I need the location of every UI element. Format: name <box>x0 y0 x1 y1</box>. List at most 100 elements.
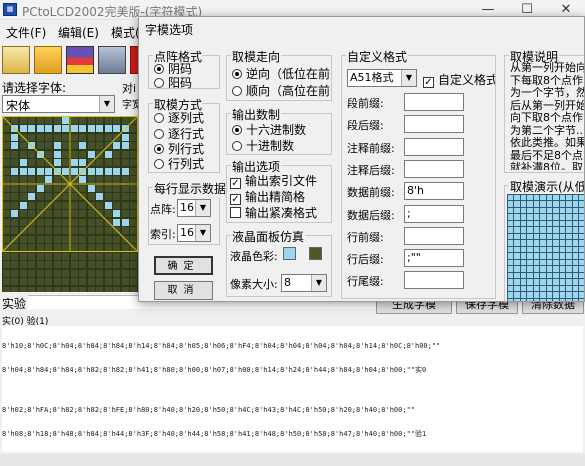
lcd-dark-swatch[interactable] <box>309 247 322 260</box>
custom-field-label: 注释前缀: <box>347 141 395 155</box>
demo-pixel <box>514 227 520 233</box>
ok-button[interactable]: 确定 <box>154 256 213 275</box>
index-count-select[interactable]: 16 ▼ <box>177 224 211 242</box>
demo-pixel <box>566 253 572 259</box>
menu-file[interactable]: 文件(F) <box>6 24 46 41</box>
demo-pixel <box>566 266 572 272</box>
radio-column-wise[interactable]: 逐列式 <box>154 109 204 126</box>
glyph-preview[interactable] <box>2 116 138 292</box>
font-select[interactable]: 宋体 ▼ <box>2 95 115 113</box>
chevron-down-icon[interactable]: ▼ <box>311 275 326 291</box>
demo-pixel <box>507 220 513 226</box>
checkbox-compact[interactable]: ✓ 输出精简格 <box>230 188 305 205</box>
demo-pixel <box>546 214 552 220</box>
demo-pixel <box>527 292 533 298</box>
custom-field-input[interactable] <box>404 271 464 290</box>
pixel-size-select[interactable]: 8 ▼ <box>281 274 327 292</box>
checkbox-index-file[interactable]: ✓ 输出索引文件 <box>230 172 317 189</box>
demo-pixel <box>527 246 533 252</box>
demo-pixel <box>514 207 520 213</box>
demo-pixel <box>527 272 533 278</box>
custom-field-input[interactable]: 8'h <box>404 182 464 201</box>
settings-gear-icon[interactable] <box>98 46 126 74</box>
font-select-value: 宋体 <box>6 99 31 113</box>
cancel-button[interactable]: 取消 <box>154 281 213 300</box>
radio-label: 阳码 <box>168 76 193 90</box>
demo-pixel <box>520 201 526 207</box>
demo-pixel <box>579 240 584 246</box>
demo-pixel <box>546 194 552 200</box>
custom-field-input[interactable] <box>404 159 464 178</box>
chevron-down-icon[interactable]: ▼ <box>195 225 210 241</box>
demo-cells <box>507 194 584 301</box>
radio-positive[interactable]: 阳码 <box>154 74 192 91</box>
demo-pixel <box>559 194 565 200</box>
demo-pixel <box>572 298 578 301</box>
dot-count-select[interactable]: 16 ▼ <box>177 199 211 217</box>
demo-pixel <box>507 292 513 298</box>
demo-pixel <box>514 259 520 265</box>
demo-pixel <box>572 292 578 298</box>
custom-field-input[interactable]: ;"" <box>404 249 464 268</box>
custom-field-label: 数据前缀: <box>347 186 395 200</box>
output-textarea[interactable]: 8'h10;8'h0C;8'h04;8'h84;8'h84;8'h14;8'h8… <box>2 326 583 452</box>
demo-pixel <box>540 240 546 246</box>
demo-pixel <box>553 298 559 301</box>
demo-pixel <box>520 259 526 265</box>
demo-pixel <box>572 233 578 239</box>
lcd-light-swatch[interactable] <box>283 247 296 260</box>
demo-pixel <box>507 266 513 272</box>
demo-pixel <box>579 207 584 213</box>
demo-pixel <box>566 246 572 252</box>
radio-reverse[interactable]: 逆向（低位在前 <box>232 65 330 82</box>
radio-forward[interactable]: 顺向（高位在前 <box>232 82 330 99</box>
open-folder-icon[interactable] <box>34 46 62 74</box>
demo-pixel <box>553 233 559 239</box>
custom-field-input[interactable] <box>404 137 464 156</box>
chevron-down-icon[interactable]: ▼ <box>99 96 114 112</box>
demo-pixel <box>546 240 552 246</box>
demo-pixel <box>533 233 539 239</box>
custom-field-input[interactable] <box>404 93 464 111</box>
radio-decimal[interactable]: 十进制数 <box>232 137 294 154</box>
custom-field-input[interactable] <box>404 226 464 245</box>
demo-pixel <box>546 259 552 265</box>
demo-pixel <box>527 201 533 207</box>
demo-pixel <box>533 214 539 220</box>
custom-field-input[interactable]: ; <box>404 204 464 223</box>
demo-pixel <box>533 207 539 213</box>
chevron-down-icon[interactable]: ▼ <box>401 70 416 86</box>
demo-pixel <box>546 253 552 259</box>
new-file-icon[interactable] <box>2 46 30 74</box>
menu-mode[interactable]: 模式( <box>111 24 140 41</box>
format-select[interactable]: A51格式 ▼ <box>347 69 417 87</box>
radio-mark <box>232 125 242 135</box>
demo-pixel <box>566 214 572 220</box>
checkbox-custom-format[interactable]: ✓ 自定义格式 <box>423 71 495 88</box>
checkbox-tight[interactable]: 输出紧凑格式 <box>230 204 317 221</box>
custom-field-input[interactable] <box>404 115 464 134</box>
menu-edit[interactable]: 编辑(E) <box>58 24 99 41</box>
demo-pixel <box>520 227 526 233</box>
demo-pixel <box>533 194 539 200</box>
font-options-dialog: 字模选项 点阵格式 阴码 阳码 取模方式 逐列式 逐行式 列行式 行列式 每行显… <box>138 16 585 302</box>
demo-pixel <box>553 201 559 207</box>
demo-pixel <box>572 279 578 285</box>
chevron-down-icon[interactable]: ▼ <box>195 200 210 216</box>
demo-pixel <box>514 285 520 291</box>
save-disk-icon[interactable] <box>66 46 94 74</box>
demo-pixel <box>579 272 584 278</box>
demo-pixel <box>520 285 526 291</box>
demo-pixel <box>533 259 539 265</box>
radio-row-column[interactable]: 行列式 <box>154 155 204 172</box>
radio-label: 十六进制数 <box>246 123 307 137</box>
demo-pixel <box>559 272 565 278</box>
demo-pixel <box>533 253 539 259</box>
custom-field-label: 行尾缀: <box>347 275 384 289</box>
radio-hex[interactable]: 十六进制数 <box>232 121 306 138</box>
demo-pixel <box>540 272 546 278</box>
demo-pixel <box>559 253 565 259</box>
demo-pixel <box>540 214 546 220</box>
glyph-guides <box>2 116 138 253</box>
demo-pixel <box>507 246 513 252</box>
